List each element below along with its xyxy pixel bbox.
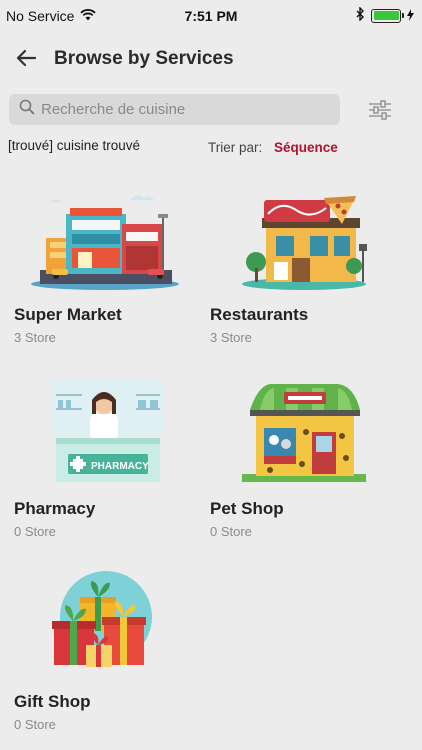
status-bar: No Service 7:51 PM <box>0 0 422 32</box>
service-name: Pet Shop <box>210 499 284 518</box>
app-header: Browse by Services <box>0 32 422 88</box>
arrow-left-icon <box>16 49 37 72</box>
page-title: Browse by Services <box>54 48 234 69</box>
service-card-pet-shop[interactable]: Pet Shop 0 Store <box>206 366 396 548</box>
service-name: Pharmacy <box>14 499 96 518</box>
carrier-label: No Service <box>6 8 75 24</box>
pharmacy-sign-text: PHARMACY <box>91 461 149 472</box>
restaurant-illustration <box>226 180 376 298</box>
sort-label: Trier par: <box>208 140 263 155</box>
service-store-count: 0 Store <box>14 524 56 539</box>
back-button[interactable] <box>12 46 40 74</box>
service-store-count: 3 Store <box>14 330 56 345</box>
battery-level <box>373 11 399 20</box>
search-input[interactable] <box>41 101 321 118</box>
battery-icon <box>371 8 404 23</box>
service-store-count: 3 Store <box>210 330 252 345</box>
service-card-super-market[interactable]: Super Market 3 Store <box>10 172 200 354</box>
giftshop-illustration <box>30 567 180 685</box>
results-bar: [trouvé] cuisine trouvé Trier par: Séque… <box>0 138 422 158</box>
found-count-text: [trouvé] cuisine trouvé <box>8 138 141 153</box>
charging-icon <box>407 8 414 24</box>
supermarket-illustration <box>30 180 180 298</box>
service-card-pharmacy[interactable]: PHARMACY Pharmacy 0 Store <box>10 366 200 548</box>
petshop-illustration <box>226 374 376 492</box>
service-name: Restaurants <box>210 305 309 324</box>
wifi-icon <box>80 8 97 24</box>
status-right <box>356 6 414 24</box>
sort-dropdown[interactable]: Séquence <box>274 140 338 155</box>
search-box[interactable] <box>9 94 340 125</box>
service-card-gift-shop[interactable]: Gift Shop 0 Store <box>10 559 200 741</box>
service-store-count: 0 Store <box>14 717 56 732</box>
search-icon <box>19 99 35 120</box>
filter-button[interactable] <box>367 98 393 122</box>
bluetooth-icon <box>356 6 365 24</box>
pharmacy-illustration: PHARMACY <box>30 374 180 492</box>
service-store-count: 0 Store <box>210 524 252 539</box>
service-name: Super Market <box>14 305 122 324</box>
status-left: No Service <box>6 8 97 24</box>
service-card-restaurants[interactable]: Restaurants 3 Store <box>206 172 396 354</box>
search-row <box>0 94 422 126</box>
sliders-icon <box>367 100 393 126</box>
service-name: Gift Shop <box>14 692 91 711</box>
